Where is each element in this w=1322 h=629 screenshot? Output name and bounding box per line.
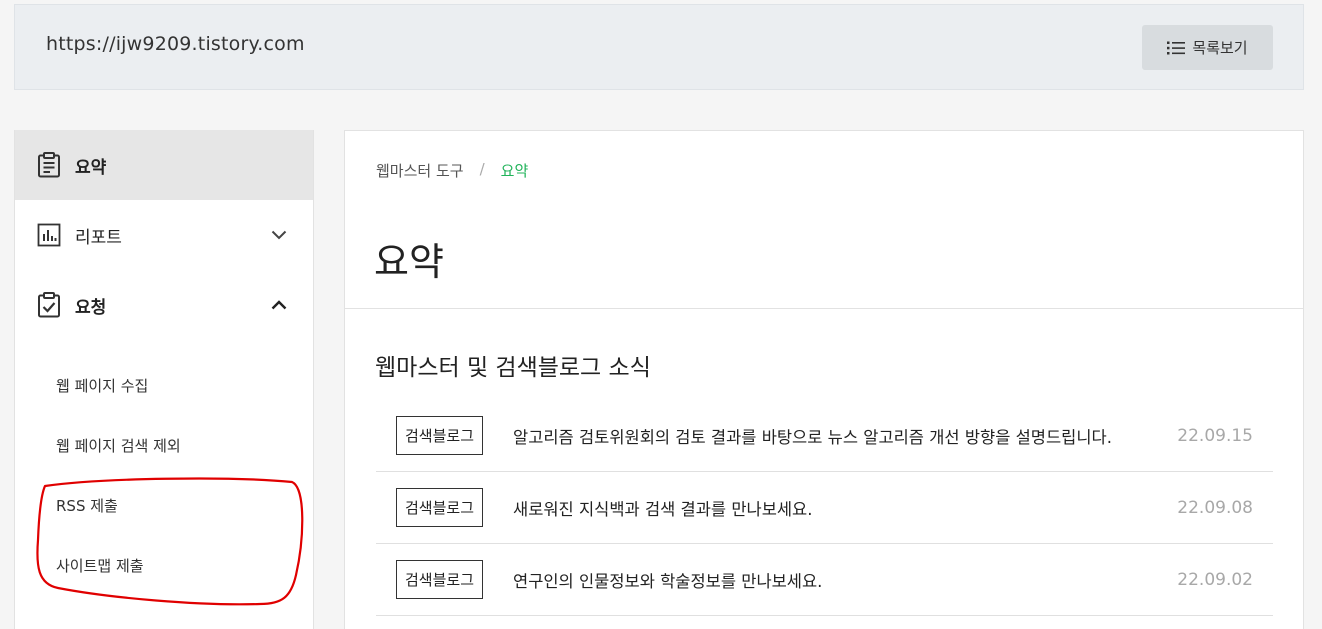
news-row[interactable]: 검색블로그 연구인의 인물정보와 학술정보를 만나보세요. 22.09.02	[376, 544, 1273, 616]
sidebar-item-request[interactable]: 요청	[15, 270, 313, 340]
category-badge: 검색블로그	[396, 488, 484, 527]
list-icon	[1167, 41, 1186, 55]
breadcrumb-separator: /	[479, 160, 485, 178]
sub-item-web-page-collect[interactable]: 웹 페이지 수집	[56, 375, 148, 396]
news-date: 22.09.02	[1177, 569, 1253, 590]
breadcrumb-current: 요약	[500, 162, 529, 180]
sub-item-sitemap-submit[interactable]: 사이트맵 제출	[56, 555, 144, 576]
bar-chart-icon	[37, 223, 61, 247]
breadcrumb: 웹마스터 도구 / 요약	[376, 160, 528, 181]
sub-item-rss-submit[interactable]: RSS 제출	[56, 495, 118, 516]
sidebar: 요약 리포트 요청 웹 페이지 수집 웹 페이지 검색 제외 RSS 제출 사이…	[14, 130, 314, 629]
news-date: 22.09.15	[1177, 425, 1253, 446]
category-badge: 검색블로그	[396, 416, 484, 455]
sidebar-item-summary[interactable]: 요약	[15, 130, 313, 200]
category-badge: 검색블로그	[396, 560, 484, 599]
news-title[interactable]: 연구인의 인물정보와 학술정보를 만나보세요.	[513, 568, 1135, 592]
chevron-down-icon[interactable]	[271, 230, 287, 240]
main-panel: 웹마스터 도구 / 요약 요약 웹마스터 및 검색블로그 소식 검색블로그 알고…	[344, 130, 1304, 629]
section-title: 웹마스터 및 검색블로그 소식	[375, 355, 651, 381]
page-title: 요약	[374, 240, 444, 284]
news-title[interactable]: 새로워진 지식백과 검색 결과를 만나보세요.	[513, 496, 1135, 520]
news-title[interactable]: 알고리즘 검토위원회의 검토 결과를 바탕으로 뉴스 알고리즘 개선 방향을 설…	[513, 424, 1135, 448]
chevron-up-icon[interactable]	[271, 300, 287, 310]
news-date: 22.09.08	[1177, 497, 1253, 518]
clipboard-icon	[37, 152, 61, 178]
list-view-button-label: 목록보기	[1192, 39, 1248, 57]
sidebar-item-label: 요청	[75, 297, 107, 318]
list-view-button[interactable]: 목록보기	[1142, 25, 1273, 70]
divider	[345, 308, 1303, 309]
sidebar-item-label: 요약	[75, 157, 107, 178]
news-row[interactable]: 검색블로그 새로워진 지식백과 검색 결과를 만나보세요. 22.09.08	[376, 472, 1273, 544]
sub-item-web-page-exclude[interactable]: 웹 페이지 검색 제외	[56, 435, 181, 456]
sidebar-item-report[interactable]: 리포트	[15, 200, 313, 270]
breadcrumb-parent[interactable]: 웹마스터 도구	[376, 160, 464, 181]
top-bar: https://ijw9209.tistory.com 목록보기	[14, 4, 1304, 90]
clipboard-check-icon	[37, 292, 61, 318]
news-row[interactable]: 검색블로그 알고리즘 검토위원회의 검토 결과를 바탕으로 뉴스 알고리즘 개선…	[376, 400, 1273, 472]
sidebar-item-label: 리포트	[75, 227, 122, 248]
site-url: https://ijw9209.tistory.com	[46, 33, 305, 55]
